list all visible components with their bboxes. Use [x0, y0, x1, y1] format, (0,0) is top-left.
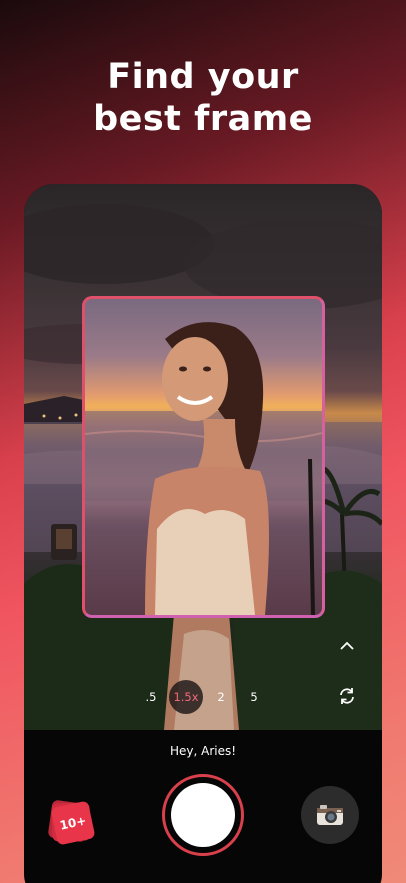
camera-mode-button[interactable] — [301, 786, 359, 844]
zoom-option-2x[interactable]: 2 — [210, 682, 232, 712]
portrait-subject — [85, 322, 322, 615]
greeting-text: Hey, Aries! — [169, 744, 237, 758]
headline: Find your best frame — [0, 56, 406, 140]
shutter-button[interactable] — [162, 774, 244, 856]
best-frame-highlight — [82, 296, 325, 618]
gallery-count-badge: 10+ — [50, 800, 96, 846]
camera-viewfinder[interactable]: .5 1.5x 2 5 — [24, 184, 382, 730]
zoom-option-0-5x[interactable]: .5 — [140, 682, 162, 712]
headline-line-1: Find your — [107, 57, 299, 97]
gallery-button[interactable]: 10+ — [47, 794, 96, 846]
shutter-icon — [171, 783, 235, 847]
headline-line-2: best frame — [93, 99, 313, 139]
zoom-selector: .5 1.5x 2 5 — [24, 680, 382, 714]
retro-camera-icon — [317, 805, 343, 825]
zoom-option-5x[interactable]: 5 — [243, 682, 265, 712]
zoom-option-1-5x[interactable]: 1.5x — [169, 680, 203, 714]
phone-mockup: .5 1.5x 2 5 Hey, Aries! 10+ — [24, 184, 382, 883]
